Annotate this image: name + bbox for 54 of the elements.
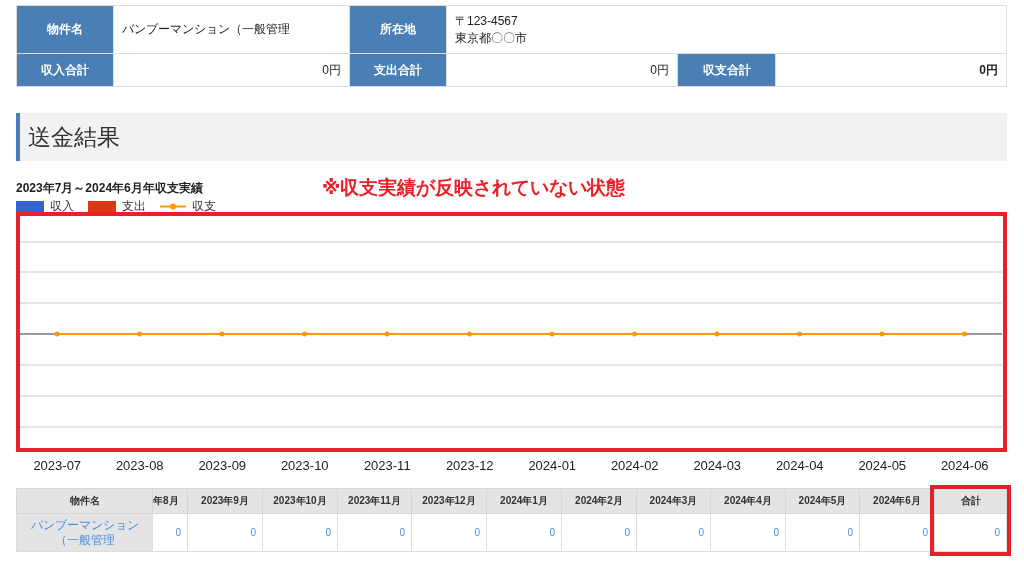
column-header: 2024年1月 — [500, 495, 548, 506]
axis-label: 2023-09 — [198, 458, 247, 473]
column-header: 物件名 — [69, 495, 100, 506]
table-cell: 0 — [994, 527, 1000, 538]
column-header: 2024年4月 — [724, 495, 772, 506]
address-text: 東京都〇〇市 — [455, 29, 527, 47]
axis-label: 2024-06 — [940, 458, 989, 473]
axis-label: 2024-02 — [610, 458, 659, 473]
section-heading: 送金結果 — [16, 113, 1007, 161]
field-label: 収入合計 — [16, 53, 114, 87]
table-cell: 0 — [474, 527, 480, 538]
table-cell: 0 — [250, 527, 256, 538]
table-cell: 0 — [773, 527, 779, 538]
address-text: 〒123-4567 — [455, 12, 518, 30]
field-value: 0円 — [322, 61, 341, 79]
field-label: 物件名 — [16, 5, 114, 54]
column-header: 2024年5月 — [798, 495, 847, 506]
axis-label: 2023-11 — [363, 458, 411, 473]
field-value: 0円 — [650, 61, 669, 79]
column-header: 2023年12月 — [422, 495, 476, 506]
legend-label: 収支 — [192, 198, 216, 215]
axis-label: 2023-12 — [445, 458, 494, 473]
axis-label: 2024-05 — [858, 458, 907, 473]
table-cell: 0 — [399, 527, 405, 538]
field-label: 収支合計 — [677, 53, 776, 87]
field-value: バンブーマンション（一般管理 — [122, 21, 290, 38]
table-cell: 0 — [847, 527, 853, 538]
column-header: 2024年3月 — [649, 495, 698, 506]
table-cell: 0 — [325, 527, 331, 538]
column-header: 2023年11月 — [348, 495, 401, 506]
annotation-text: ※収支実績が反映されていない状態 — [322, 176, 626, 200]
table-cell: 0 — [698, 527, 704, 538]
table-cell: 0 — [922, 527, 928, 538]
table-cell: 0 — [549, 527, 555, 538]
axis-label: 2024-04 — [775, 458, 824, 473]
table-cell: 0 — [175, 527, 181, 538]
field-label: 所在地 — [349, 5, 447, 54]
column-header: 2023年10月 — [273, 495, 327, 506]
axis-label: 2024-03 — [693, 458, 742, 473]
chart-title: 2023年7月～2024年6月年収支実績 — [16, 180, 203, 197]
field-value: 0円 — [979, 61, 998, 79]
field-label: 支出合計 — [349, 53, 447, 87]
column-header: 合計 — [960, 495, 981, 506]
column-header: 年8月 — [153, 495, 179, 506]
table-cell: 0 — [624, 527, 630, 538]
axis-label: 2023-10 — [280, 458, 329, 473]
legend-label: 支出 — [122, 198, 146, 215]
axis-label: 2024-01 — [528, 458, 577, 473]
legend-label: 収入 — [50, 198, 74, 215]
column-header: 2024年2月 — [575, 495, 623, 506]
axis-label: 2023-08 — [115, 458, 164, 473]
column-header: 2023年9月 — [201, 495, 249, 506]
column-header: 2024年6月 — [873, 495, 921, 506]
axis-label: 2023-07 — [33, 458, 82, 473]
